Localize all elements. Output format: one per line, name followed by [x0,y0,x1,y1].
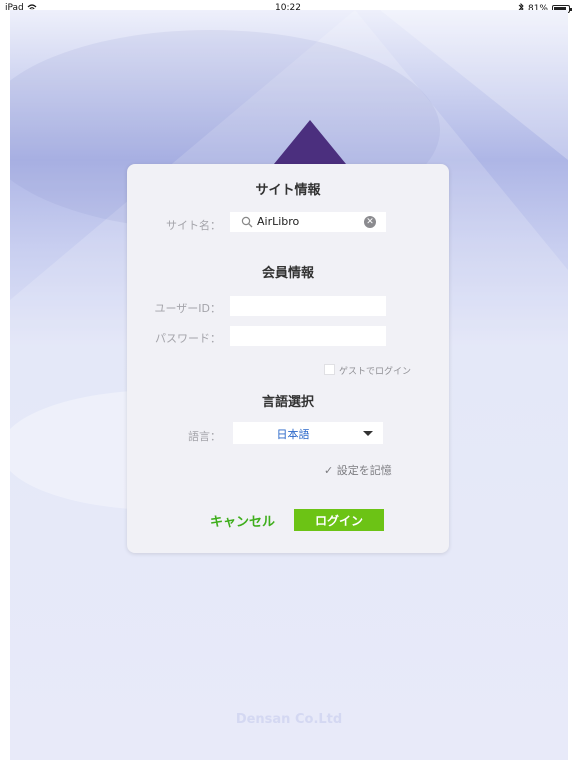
cancel-button[interactable]: キャンセル [210,511,275,530]
language-value: 日本語 [276,428,310,441]
chevron-down-icon [363,431,373,436]
user-id-label: ユーザーID： [154,302,222,315]
password-input[interactable] [230,326,386,346]
language-section-title: 言語選択 [261,395,314,410]
site-section-title: サイト情報 [255,183,321,198]
language-select[interactable]: 日本語 [233,422,383,444]
site-name-label: サイト名： [166,219,221,232]
login-button[interactable]: ログイン [294,509,384,531]
guest-login-label[interactable]: ゲストでログイン [339,364,411,377]
search-icon [241,216,253,228]
remember-settings-toggle[interactable]: ✓ 設定を記憶 [324,462,392,478]
password-label: パスワード： [155,332,221,345]
guest-login-checkbox[interactable] [324,364,335,375]
member-section-title: 会員情報 [261,266,314,281]
site-name-value: AirLibro [257,215,300,228]
login-dialog: サイト情報 サイト名： AirLibro ✕ 会員情報 ユーザーID： パスワー… [127,164,449,553]
site-search-field[interactable]: AirLibro ✕ [230,212,386,232]
clear-icon[interactable]: ✕ [364,216,376,228]
user-id-input[interactable] [230,296,386,316]
language-label: 語言： [188,430,221,443]
company-footer: Densan Co.Ltd [235,712,343,727]
